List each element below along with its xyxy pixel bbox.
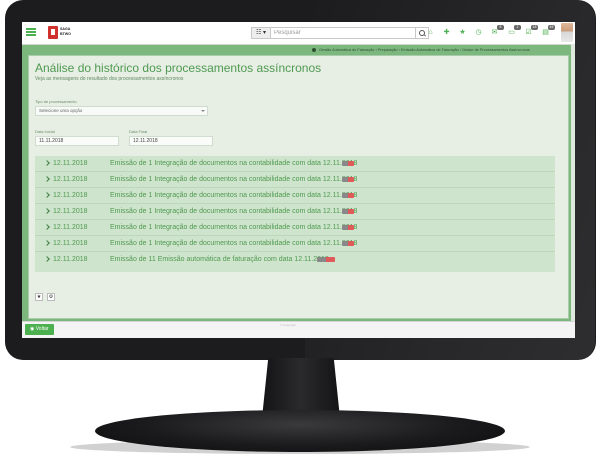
- documents-icon[interactable]: ▭: [508, 29, 515, 36]
- process-type-select[interactable]: Selecione uma opção: [35, 106, 208, 116]
- breadcrumb-text[interactable]: Gestão Automática de Faturação › Prepara…: [319, 48, 530, 52]
- chevron-down-icon: [201, 110, 205, 112]
- tasks-badge: 18: [531, 25, 538, 30]
- messages-badge: 8: [497, 25, 504, 30]
- result-date: 12.11.2018: [53, 224, 88, 231]
- result-badges: [317, 257, 335, 262]
- result-description: Emissão de 1 Integração de documentos na…: [110, 224, 358, 231]
- page-title: Análise do histórico dos processamentos …: [35, 61, 322, 75]
- chevron-right-icon[interactable]: [44, 192, 50, 198]
- breadcrumb-home-icon[interactable]: [312, 48, 316, 52]
- error-badge-icon: [348, 209, 354, 214]
- error-badge-icon: [348, 241, 354, 246]
- search-input[interactable]: [272, 28, 410, 38]
- breadcrumb: Gestão Automática de Faturação › Prepara…: [312, 46, 574, 54]
- result-badges: [342, 193, 354, 198]
- chat-badge: 45: [548, 25, 555, 30]
- documents-badge: 2: [514, 25, 521, 30]
- chevron-right-icon[interactable]: [44, 160, 50, 166]
- result-row[interactable]: 12.11.2018 Emissão de 11 Emissão automát…: [35, 252, 555, 268]
- search-group: ☷ ▾: [251, 27, 429, 39]
- process-type-value: Selecione uma opção: [39, 108, 83, 113]
- chevron-right-icon[interactable]: [44, 208, 50, 214]
- info-badge-icon: [317, 257, 326, 262]
- history-icon[interactable]: ◷: [475, 29, 482, 36]
- footer-bar: ◉ Voltar © Copyright: [22, 321, 575, 338]
- result-description: Emissão de 1 Integração de documentos na…: [110, 192, 358, 199]
- footer-copyright: © Copyright: [280, 323, 296, 327]
- result-row[interactable]: 12.11.2018 Emissão de 1 Integração de do…: [35, 172, 555, 188]
- process-type-label: Tipo de processamento: [35, 99, 77, 104]
- result-badges: [342, 209, 354, 214]
- search-scope-dropdown[interactable]: ☷ ▾: [252, 28, 271, 38]
- result-row[interactable]: 12.11.2018 Emissão de 1 Integração de do…: [35, 220, 555, 236]
- tasks-icon[interactable]: ☑: [525, 29, 532, 36]
- messages-icon[interactable]: ✉: [491, 29, 498, 36]
- result-description: Emissão de 1 Integração de documentos na…: [110, 208, 358, 215]
- chevron-right-icon[interactable]: [44, 240, 50, 246]
- date-start-label: Data Inicial: [35, 129, 55, 134]
- error-badge-icon: [348, 225, 354, 230]
- screen: SAGA BTWO ☷ ▾ ⌂ ✚ ★ ◷ ✉ 8 ▭ 2 ☑ 18 ▤ 45 …: [22, 22, 575, 338]
- result-date: 12.11.2018: [53, 240, 88, 247]
- back-button[interactable]: ◉ Voltar: [25, 324, 54, 335]
- chat-icon[interactable]: ▤: [542, 29, 549, 36]
- settings-button[interactable]: ⚙: [47, 293, 55, 301]
- date-start-input[interactable]: [35, 136, 119, 146]
- result-description: Emissão de 1 Integração de documentos na…: [110, 160, 358, 167]
- result-description: Emissão de 1 Integração de documentos na…: [110, 176, 358, 183]
- result-row[interactable]: 12.11.2018 Emissão de 1 Integração de do…: [35, 188, 555, 204]
- home-icon[interactable]: ⌂: [427, 29, 434, 36]
- date-end-input[interactable]: [129, 136, 213, 146]
- chevron-right-icon[interactable]: [44, 256, 50, 262]
- error-badge-icon: [348, 177, 354, 182]
- result-badges: [342, 225, 354, 230]
- result-badges: [342, 241, 354, 246]
- user-avatar[interactable]: [561, 23, 573, 42]
- app-logo[interactable]: SAGA BTWO: [48, 26, 88, 40]
- monitor-base: [95, 410, 505, 452]
- logo-line-2: BTWO: [60, 31, 71, 36]
- top-navbar: SAGA BTWO ☷ ▾ ⌂ ✚ ★ ◷ ✉ 8 ▭ 2 ☑ 18 ▤ 45: [22, 22, 575, 45]
- error-badge-icon: [326, 257, 335, 262]
- error-badge-icon: [348, 193, 354, 198]
- result-description: Emissão de 1 Integração de documentos na…: [110, 240, 358, 247]
- result-description: Emissão de 11 Emissão automática de fatu…: [110, 256, 329, 263]
- chevron-right-icon[interactable]: [44, 224, 50, 230]
- result-row[interactable]: 12.11.2018 Emissão de 1 Integração de do…: [35, 156, 555, 172]
- error-badge-icon: [348, 161, 354, 166]
- result-badges: [342, 161, 354, 166]
- chevron-right-icon[interactable]: [44, 176, 50, 182]
- scrollbar[interactable]: [571, 44, 575, 321]
- main-content: Análise do histórico dos processamentos …: [28, 55, 569, 319]
- result-row[interactable]: 12.11.2018 Emissão de 1 Integração de do…: [35, 204, 555, 220]
- page-subtitle: Veja as mensagens do resultado dos proce…: [35, 76, 184, 82]
- result-row[interactable]: 12.11.2018 Emissão de 1 Integração de do…: [35, 236, 555, 252]
- result-date: 12.11.2018: [53, 160, 88, 167]
- star-icon[interactable]: ★: [459, 29, 466, 36]
- logo-text: SAGA BTWO: [60, 27, 88, 36]
- favorite-button[interactable]: ★: [35, 293, 43, 301]
- result-date: 12.11.2018: [53, 192, 88, 199]
- results-list: 12.11.2018 Emissão de 1 Integração de do…: [35, 156, 555, 272]
- result-date: 12.11.2018: [53, 208, 88, 215]
- menu-icon[interactable]: [26, 28, 36, 36]
- result-date: 12.11.2018: [53, 256, 88, 263]
- logo-mark-icon: [48, 26, 58, 39]
- monitor-neck: [262, 358, 340, 418]
- result-date: 12.11.2018: [53, 176, 88, 183]
- result-badges: [342, 177, 354, 182]
- date-end-label: Data Final: [129, 129, 148, 134]
- plus-icon[interactable]: ✚: [443, 29, 450, 36]
